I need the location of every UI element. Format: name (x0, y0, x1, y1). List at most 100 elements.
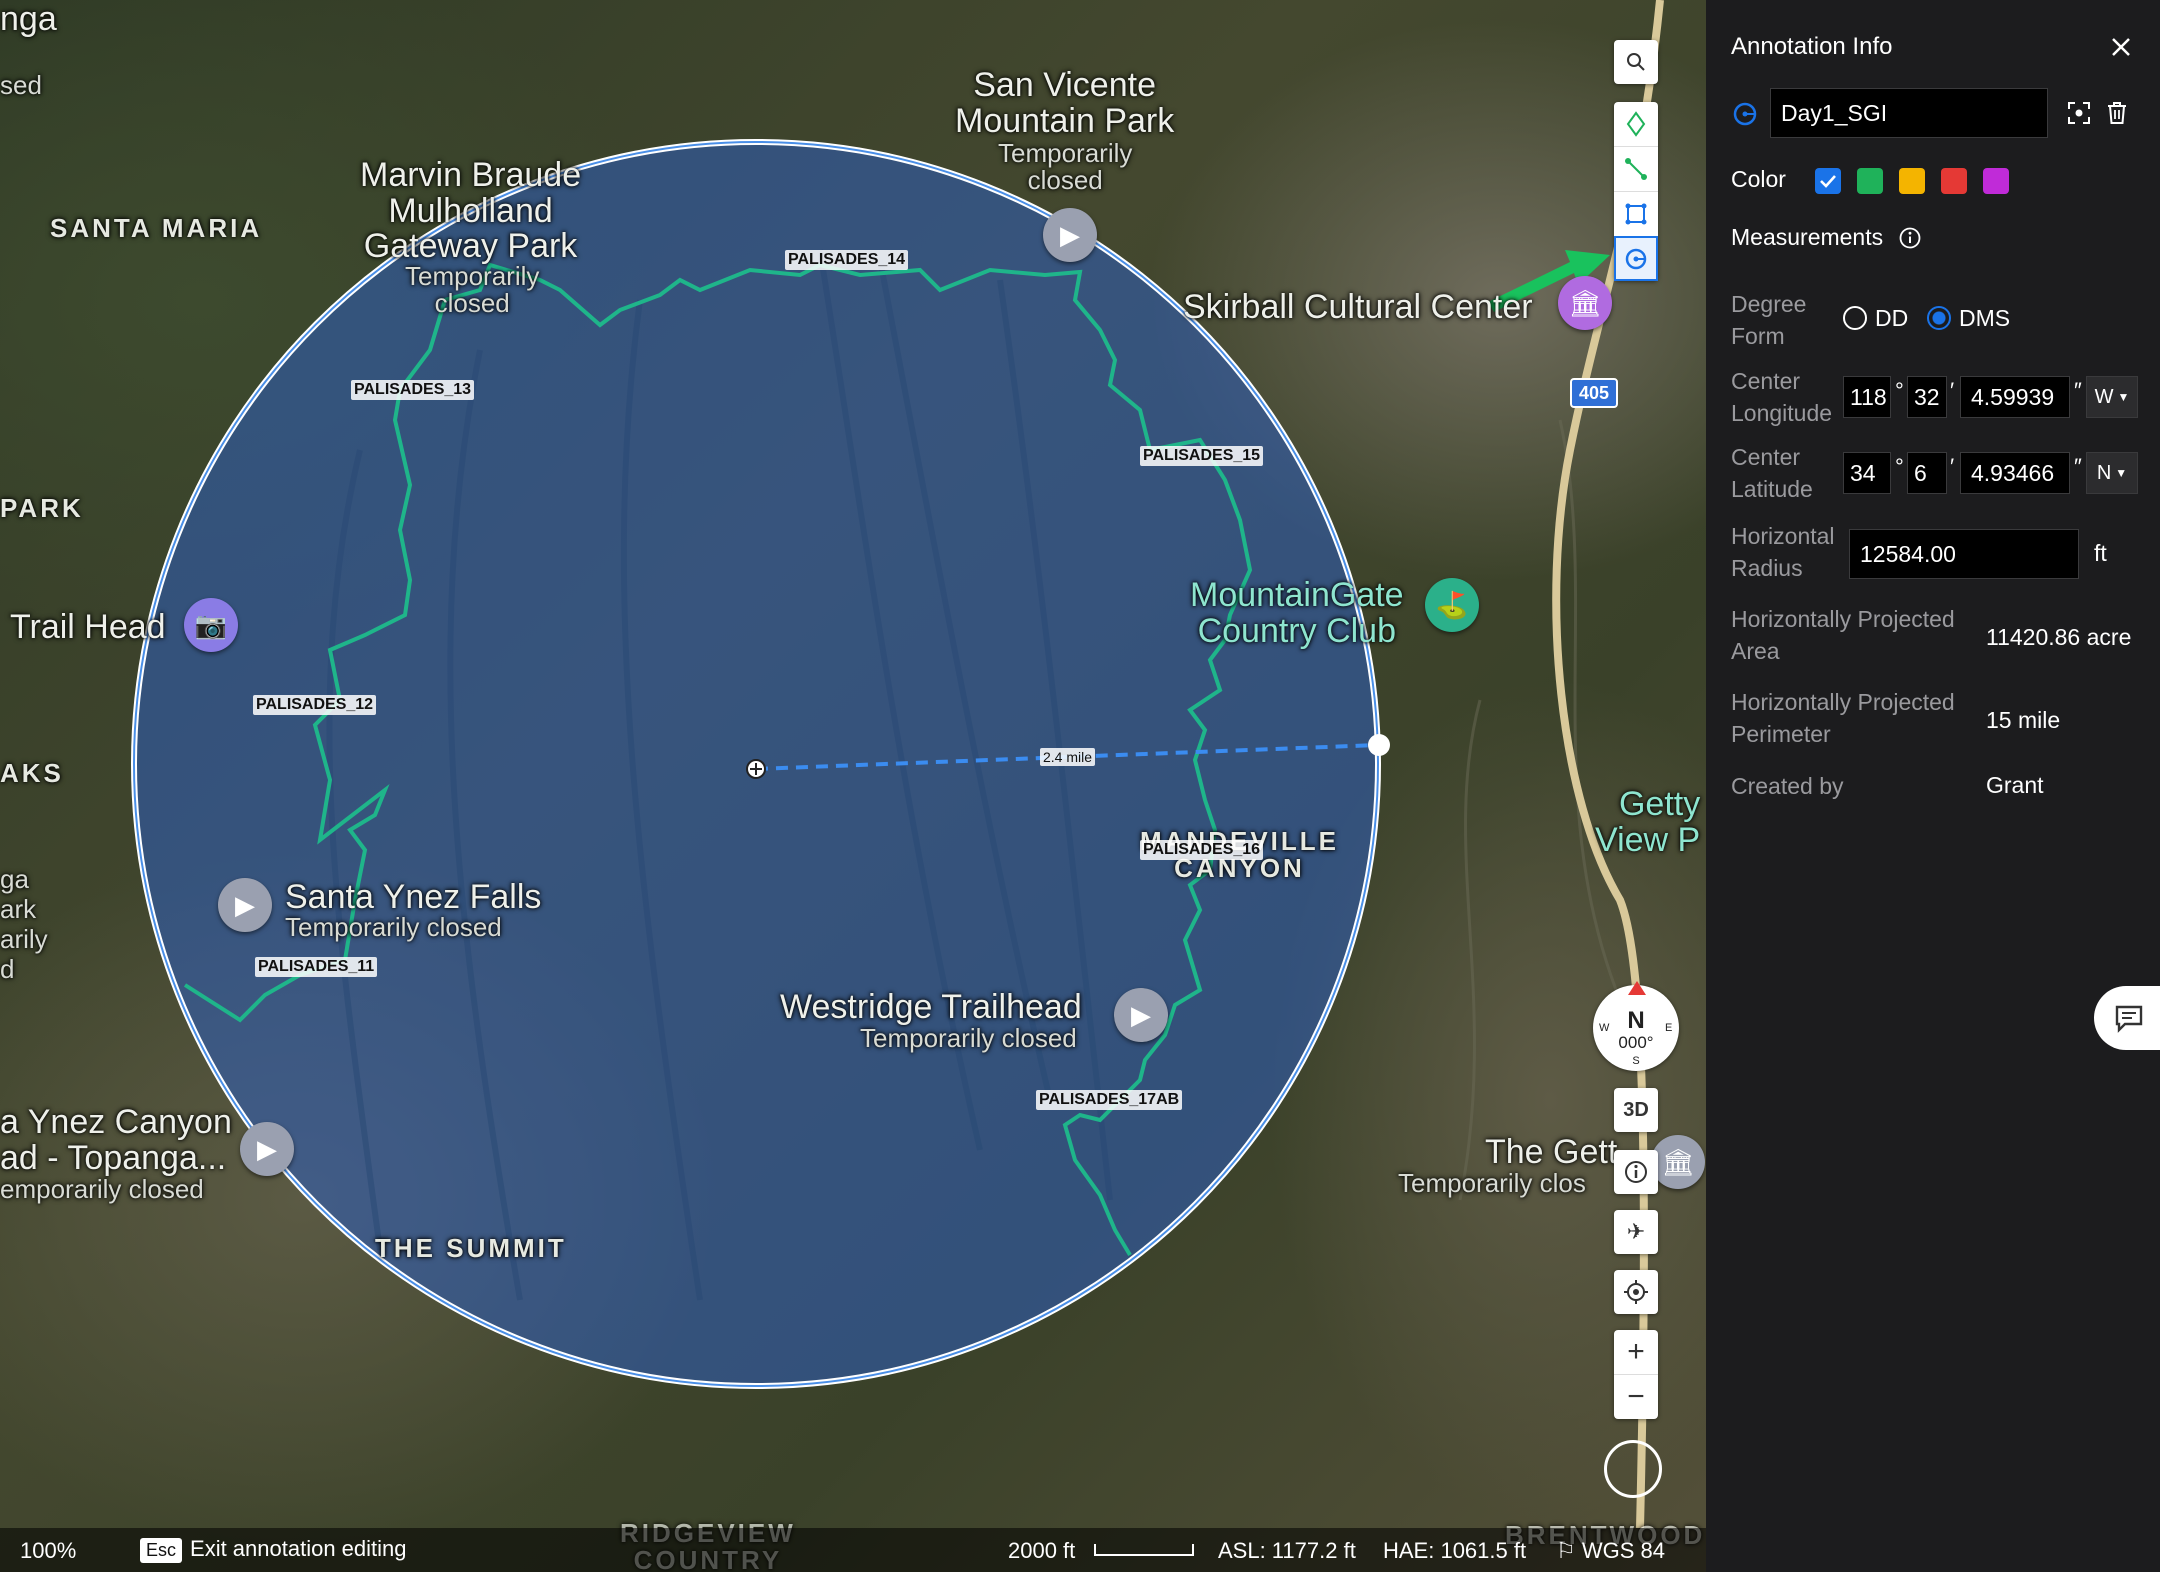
horizontal-radius-input[interactable]: 12584.00 (1849, 529, 2079, 579)
3d-button[interactable]: 3D (1614, 1088, 1658, 1132)
color-swatch-purple[interactable] (1983, 168, 2009, 194)
label-marvin-status: Temporarily closed (405, 261, 540, 319)
label-westridge-status: Temporarily closed (860, 1023, 1077, 1053)
perimeter-value: 15 mile (1986, 707, 2061, 733)
museum-poi-icon[interactable]: 🏛 (1558, 276, 1612, 330)
annotation-toolbar (1614, 102, 1658, 281)
dms-radio[interactable] (1927, 306, 1951, 330)
search-icon[interactable] (1614, 40, 1658, 84)
longitude-direction-value: W (2094, 385, 2114, 408)
label-mountaingate: MountainGate Country Club (1190, 576, 1404, 650)
scale-bar (1094, 1544, 1194, 1556)
chat-button[interactable] (2094, 986, 2160, 1050)
locate-icon[interactable] (1614, 1270, 1658, 1314)
latitude-direction-select[interactable]: N ▼ (2086, 452, 2138, 494)
longitude-degrees-input[interactable]: 118 (1843, 376, 1891, 418)
marker-palisades-17ab[interactable]: PALISADES_17AB (1036, 1090, 1183, 1110)
label-the-getty: The Gett (1485, 1133, 1618, 1171)
line-icon[interactable] (1614, 146, 1658, 191)
label-skirball: Skirball Cultural Center (1183, 288, 1533, 326)
annotation-name-input[interactable]: Day1_SGI (1770, 88, 2048, 138)
hiker-poi-icon-ynez[interactable]: ▶ (218, 878, 272, 932)
color-swatch-red[interactable] (1941, 168, 1967, 194)
info-toolbar (1614, 1150, 1658, 1194)
latitude-degrees-input[interactable]: 34 (1843, 452, 1891, 494)
second-symbol-lat: ″ (2074, 454, 2082, 479)
label-westridge: Westridge Trailhead (780, 988, 1082, 1026)
airplane-icon[interactable]: ✈ (1614, 1210, 1658, 1254)
circle-icon[interactable] (1614, 236, 1658, 281)
hiker-poi-icon-westridge[interactable]: ▶ (1114, 988, 1168, 1042)
zoom-in-button[interactable]: + (1614, 1330, 1658, 1374)
color-label: Color (1731, 166, 1786, 192)
color-swatch-yellow[interactable] (1899, 168, 1925, 194)
annotation-info-panel: Annotation Info Day1_SGI Color Measureme… (1706, 0, 2160, 1572)
created-by-value: Grant (1986, 772, 2044, 798)
compass-e: E (1665, 1022, 1673, 1034)
marker-palisades-15[interactable]: PALISADES_15 (1140, 446, 1264, 466)
chevron-down-icon: ▼ (2117, 390, 2130, 404)
polygon-icon[interactable] (1614, 191, 1658, 236)
hiker-poi-icon[interactable]: ▶ (1043, 208, 1097, 262)
datum-label: ⚐ WGS 84 (1556, 1538, 1665, 1563)
marker-palisades-11[interactable]: PALISADES_11 (255, 957, 378, 977)
datum-icon: ⚐ (1556, 1538, 1582, 1563)
globe-view-icon[interactable] (1604, 1440, 1662, 1498)
label-getty-view: Getty View P (1595, 785, 1701, 859)
compass[interactable]: N 000° S W E (1593, 981, 1679, 1071)
trash-icon[interactable] (2104, 100, 2130, 126)
museum-poi-icon-getty[interactable]: 🏛 (1651, 1135, 1705, 1189)
longitude-minutes-input[interactable]: 32 (1907, 376, 1947, 418)
latitude-minutes-input[interactable]: 6 (1907, 452, 1947, 494)
area-value: 11420.86 acre (1986, 624, 2132, 650)
label-park: PARK (0, 493, 84, 523)
color-swatch-blue[interactable] (1815, 168, 1841, 194)
longitude-seconds-input[interactable]: 4.59939 (1960, 376, 2070, 418)
degree-form-label: Degree Form (1731, 291, 1807, 349)
highway-405-shield: 405 (1570, 378, 1618, 408)
label-aks: AKS (0, 758, 64, 788)
label-san-vicente-status: Temporarily closed (998, 138, 1133, 196)
latitude-direction-value: N (2096, 461, 2112, 484)
info-icon-measurements[interactable] (1898, 226, 1922, 250)
minute-symbol-lat: ′ (1950, 454, 1955, 479)
marker-palisades-12[interactable]: PALISADES_12 (253, 695, 377, 715)
horizontal-radius-label: Horizontal Radius (1731, 523, 1835, 581)
marker-palisades-16[interactable]: PALISADES_16 (1140, 840, 1264, 860)
perimeter-label: Horizontally Projected Perimeter (1731, 689, 1955, 747)
label-trail-head: Trail Head (10, 608, 166, 646)
camera-poi-icon[interactable]: 📷 (184, 598, 238, 652)
center-longitude-label: Center Longitude (1731, 368, 1833, 426)
exit-annotation-text: Exit annotation editing (190, 1536, 407, 1561)
label-sed: sed (0, 70, 42, 100)
color-swatch-green[interactable] (1857, 168, 1883, 194)
dms-label: DMS (1959, 305, 2011, 331)
center-latitude-label: Center Latitude (1731, 444, 1813, 502)
label-santa-ynez-status: Temporarily closed (285, 912, 502, 942)
chevron-down-icon: ▼ (2115, 466, 2128, 480)
close-icon[interactable] (2108, 34, 2134, 60)
compass-w: W (1599, 1022, 1610, 1034)
point-icon[interactable] (1614, 102, 1658, 146)
map-view[interactable]: San Vicente Mountain Park Temporarily cl… (0, 0, 1706, 1572)
exit-annotation-hint[interactable]: Esc Exit annotation editing (140, 1536, 407, 1563)
label-the-getty-status: Temporarily clos (1398, 1168, 1586, 1198)
measurements-label: Measurements (1731, 224, 1884, 250)
scale-label: 2000 ft (1008, 1538, 1076, 1563)
dd-radio[interactable] (1843, 306, 1867, 330)
focus-icon[interactable] (2066, 100, 2092, 126)
zoom-out-button[interactable]: − (1614, 1374, 1658, 1419)
info-icon[interactable] (1614, 1150, 1658, 1194)
radius-distance-label: 2.4 mile (1040, 748, 1096, 766)
longitude-direction-select[interactable]: W ▼ (2086, 376, 2138, 418)
hiker-poi-icon-topanga[interactable]: ▶ (240, 1122, 294, 1176)
marker-palisades-14[interactable]: PALISADES_14 (785, 250, 909, 270)
radius-drag-handle[interactable] (1368, 734, 1390, 756)
compass-heading: 000° (1618, 1033, 1654, 1052)
circle-annotation-icon (1731, 100, 1759, 128)
golf-poi-icon[interactable]: ⛳ (1425, 578, 1479, 632)
latitude-seconds-input[interactable]: 4.93466 (1960, 452, 2070, 494)
zoom-level: 100% (20, 1538, 77, 1563)
degree-symbol-lat: ° (1895, 454, 1904, 479)
marker-palisades-13[interactable]: PALISADES_13 (351, 380, 475, 400)
